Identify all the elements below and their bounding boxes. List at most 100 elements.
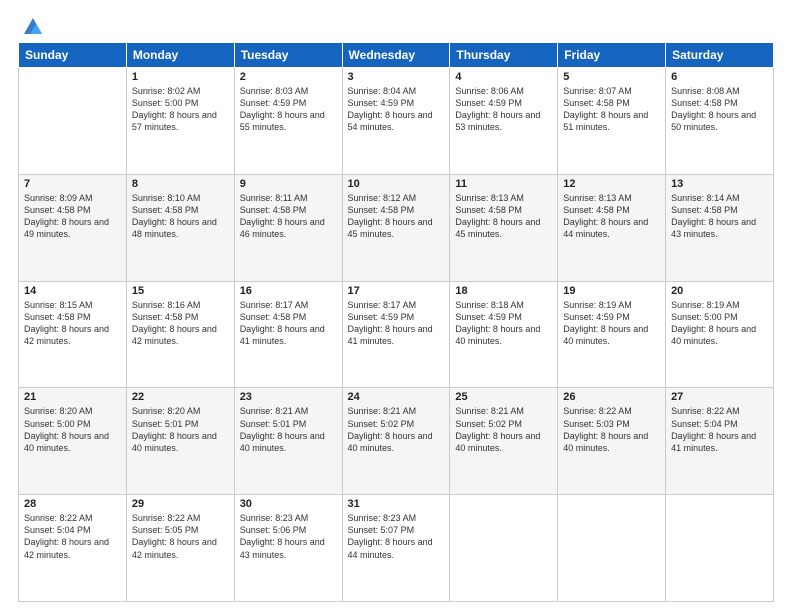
weekday-tuesday: Tuesday: [234, 43, 342, 68]
calendar-cell: 25Sunrise: 8:21 AMSunset: 5:02 PMDayligh…: [450, 388, 558, 495]
calendar-cell: 19 Sunrise: 8:19 AMSunset: 4:59 PMDayligh…: [558, 281, 666, 388]
calendar-cell: 8 Sunrise: 8:10 AMSunset: 4:58 PMDaylight…: [126, 174, 234, 281]
day-number: 30: [240, 498, 337, 510]
calendar-cell: 12 Sunrise: 8:13 AMSunset: 4:58 PMDayligh…: [558, 174, 666, 281]
calendar-cell: 17 Sunrise: 8:17 AMSunset: 4:59 PMDayligh…: [342, 281, 450, 388]
weekday-monday: Monday: [126, 43, 234, 68]
day-number: 2: [240, 71, 337, 83]
calendar-cell: 22 Sunrise: 8:20 AMSunset: 5:01 PMDayligh…: [126, 388, 234, 495]
day-number: 23: [240, 391, 337, 403]
calendar-table: SundayMondayTuesdayWednesdayThursdayFrid…: [18, 42, 774, 602]
calendar-cell: 31Sunrise: 8:23 AMSunset: 5:07 PMDayligh…: [342, 495, 450, 602]
day-number: 5: [563, 71, 660, 83]
calendar-cell: 10Sunrise: 8:12 AMSunset: 4:58 PMDayligh…: [342, 174, 450, 281]
day-number: 19: [563, 285, 660, 297]
calendar-cell: 29 Sunrise: 8:22 AMSunset: 5:05 PMDayligh…: [126, 495, 234, 602]
calendar-cell: 20 Sunrise: 8:19 AMSunset: 5:00 PMDayligh…: [666, 281, 774, 388]
calendar-cell: 7 Sunrise: 8:09 AMSunset: 4:58 PMDaylight…: [19, 174, 127, 281]
calendar-week-1: 7 Sunrise: 8:09 AMSunset: 4:58 PMDaylight…: [19, 174, 774, 281]
calendar-week-4: 28Sunrise: 8:22 AMSunset: 5:04 PMDayligh…: [19, 495, 774, 602]
calendar-cell: 2 Sunrise: 8:03 AMSunset: 4:59 PMDaylight…: [234, 68, 342, 175]
calendar-cell: [666, 495, 774, 602]
day-number: 9: [240, 178, 337, 190]
calendar-cell: 13Sunrise: 8:14 AMSunset: 4:58 PMDayligh…: [666, 174, 774, 281]
day-info: Sunrise: 8:20 AMSunset: 5:01 PMDaylight:…: [132, 405, 229, 454]
day-number: 6: [671, 71, 768, 83]
weekday-sunday: Sunday: [19, 43, 127, 68]
day-number: 15: [132, 285, 229, 297]
day-number: 14: [24, 285, 121, 297]
day-info: Sunrise: 8:07 AMSunset: 4:58 PMDaylight:…: [563, 85, 660, 134]
logo: [18, 18, 44, 34]
calendar-cell: [558, 495, 666, 602]
day-info: Sunrise: 8:19 AMSunset: 4:59 PMDaylight:…: [563, 299, 660, 348]
day-info: Sunrise: 8:21 AMSunset: 5:02 PMDaylight:…: [455, 405, 552, 454]
calendar-cell: 15 Sunrise: 8:16 AMSunset: 4:58 PMDayligh…: [126, 281, 234, 388]
day-number: 22: [132, 391, 229, 403]
day-info: Sunrise: 8:23 AMSunset: 5:07 PMDaylight:…: [348, 512, 445, 561]
calendar-cell: 24 Sunrise: 8:21 AMSunset: 5:02 PMDayligh…: [342, 388, 450, 495]
day-info: Sunrise: 8:22 AMSunset: 5:05 PMDaylight:…: [132, 512, 229, 561]
calendar-cell: 11 Sunrise: 8:13 AMSunset: 4:58 PMDayligh…: [450, 174, 558, 281]
weekday-wednesday: Wednesday: [342, 43, 450, 68]
day-info: Sunrise: 8:13 AMSunset: 4:58 PMDaylight:…: [563, 192, 660, 241]
day-number: 27: [671, 391, 768, 403]
calendar-cell: 4 Sunrise: 8:06 AMSunset: 4:59 PMDaylight…: [450, 68, 558, 175]
day-number: 7: [24, 178, 121, 190]
day-info: Sunrise: 8:23 AMSunset: 5:06 PMDaylight:…: [240, 512, 337, 561]
day-number: 29: [132, 498, 229, 510]
calendar-week-3: 21Sunrise: 8:20 AMSunset: 5:00 PMDayligh…: [19, 388, 774, 495]
calendar-week-2: 14 Sunrise: 8:15 AMSunset: 4:58 PMDayligh…: [19, 281, 774, 388]
calendar-cell: 18Sunrise: 8:18 AMSunset: 4:59 PMDayligh…: [450, 281, 558, 388]
day-info: Sunrise: 8:11 AMSunset: 4:58 PMDaylight:…: [240, 192, 337, 241]
calendar-cell: 5 Sunrise: 8:07 AMSunset: 4:58 PMDaylight…: [558, 68, 666, 175]
calendar-cell: 26 Sunrise: 8:22 AMSunset: 5:03 PMDayligh…: [558, 388, 666, 495]
day-number: 8: [132, 178, 229, 190]
day-info: Sunrise: 8:09 AMSunset: 4:58 PMDaylight:…: [24, 192, 121, 241]
day-info: Sunrise: 8:03 AMSunset: 4:59 PMDaylight:…: [240, 85, 337, 134]
day-info: Sunrise: 8:22 AMSunset: 5:03 PMDaylight:…: [563, 405, 660, 454]
calendar-cell: 30 Sunrise: 8:23 AMSunset: 5:06 PMDayligh…: [234, 495, 342, 602]
day-number: 16: [240, 285, 337, 297]
weekday-header-row: SundayMondayTuesdayWednesdayThursdayFrid…: [19, 43, 774, 68]
calendar-cell: 9 Sunrise: 8:11 AMSunset: 4:58 PMDaylight…: [234, 174, 342, 281]
day-number: 21: [24, 391, 121, 403]
day-info: Sunrise: 8:10 AMSunset: 4:58 PMDaylight:…: [132, 192, 229, 241]
day-info: Sunrise: 8:19 AMSunset: 5:00 PMDaylight:…: [671, 299, 768, 348]
day-info: Sunrise: 8:12 AMSunset: 4:58 PMDaylight:…: [348, 192, 445, 241]
day-number: 4: [455, 71, 552, 83]
day-number: 24: [348, 391, 445, 403]
day-number: 28: [24, 498, 121, 510]
weekday-thursday: Thursday: [450, 43, 558, 68]
day-info: Sunrise: 8:17 AMSunset: 4:58 PMDaylight:…: [240, 299, 337, 348]
day-info: Sunrise: 8:15 AMSunset: 4:58 PMDaylight:…: [24, 299, 121, 348]
calendar-cell: [19, 68, 127, 175]
day-info: Sunrise: 8:21 AMSunset: 5:02 PMDaylight:…: [348, 405, 445, 454]
weekday-friday: Friday: [558, 43, 666, 68]
day-info: Sunrise: 8:17 AMSunset: 4:59 PMDaylight:…: [348, 299, 445, 348]
calendar-cell: 28Sunrise: 8:22 AMSunset: 5:04 PMDayligh…: [19, 495, 127, 602]
page: SundayMondayTuesdayWednesdayThursdayFrid…: [0, 0, 792, 612]
day-number: 11: [455, 178, 552, 190]
day-number: 20: [671, 285, 768, 297]
calendar-week-0: 1Sunrise: 8:02 AMSunset: 5:00 PMDaylight…: [19, 68, 774, 175]
day-info: Sunrise: 8:16 AMSunset: 4:58 PMDaylight:…: [132, 299, 229, 348]
day-info: Sunrise: 8:06 AMSunset: 4:59 PMDaylight:…: [455, 85, 552, 134]
calendar-cell: 27 Sunrise: 8:22 AMSunset: 5:04 PMDayligh…: [666, 388, 774, 495]
weekday-saturday: Saturday: [666, 43, 774, 68]
calendar-cell: 14 Sunrise: 8:15 AMSunset: 4:58 PMDayligh…: [19, 281, 127, 388]
day-number: 18: [455, 285, 552, 297]
day-info: Sunrise: 8:13 AMSunset: 4:58 PMDaylight:…: [455, 192, 552, 241]
day-number: 12: [563, 178, 660, 190]
day-number: 17: [348, 285, 445, 297]
header: [18, 18, 774, 34]
day-info: Sunrise: 8:14 AMSunset: 4:58 PMDaylight:…: [671, 192, 768, 241]
calendar-cell: 3Sunrise: 8:04 AMSunset: 4:59 PMDaylight…: [342, 68, 450, 175]
day-info: Sunrise: 8:22 AMSunset: 5:04 PMDaylight:…: [671, 405, 768, 454]
calendar-cell: 6 Sunrise: 8:08 AMSunset: 4:58 PMDaylight…: [666, 68, 774, 175]
calendar-cell: 23 Sunrise: 8:21 AMSunset: 5:01 PMDayligh…: [234, 388, 342, 495]
day-number: 26: [563, 391, 660, 403]
day-info: Sunrise: 8:08 AMSunset: 4:58 PMDaylight:…: [671, 85, 768, 134]
day-info: Sunrise: 8:21 AMSunset: 5:01 PMDaylight:…: [240, 405, 337, 454]
calendar-cell: 1Sunrise: 8:02 AMSunset: 5:00 PMDaylight…: [126, 68, 234, 175]
